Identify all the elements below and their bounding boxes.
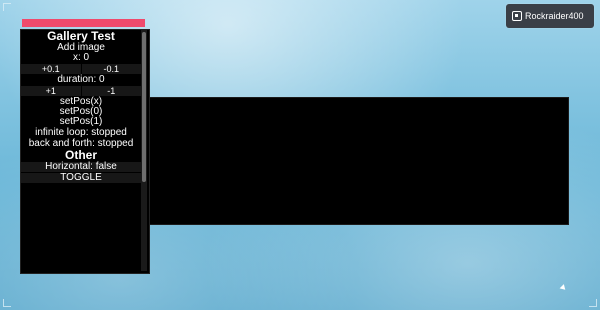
account-username: Rockraider400 bbox=[525, 11, 584, 21]
x-increment-button[interactable]: +0.1 bbox=[21, 64, 81, 74]
x-decrement-button[interactable]: -0.1 bbox=[80, 64, 141, 74]
duration-adjust-row: +1 -1 bbox=[21, 86, 141, 96]
roblox-account-icon bbox=[512, 11, 522, 21]
x-adjust-row: +0.1 -0.1 bbox=[21, 64, 141, 74]
account-badge[interactable]: Rockraider400 bbox=[506, 4, 594, 28]
horizontal-label: Horizontal: false bbox=[21, 162, 141, 172]
panel-accent-bar bbox=[22, 19, 145, 27]
duration-decrement-button[interactable]: -1 bbox=[80, 86, 141, 96]
gallery-display-frame bbox=[148, 97, 569, 225]
window-corner-top-left bbox=[3, 3, 11, 11]
toggle-button[interactable]: TOGGLE bbox=[21, 173, 141, 183]
duration-label: duration: 0 bbox=[57, 74, 105, 85]
x-value-label: x: 0 bbox=[72, 52, 90, 63]
setpos-1-button[interactable]: setPos(1) bbox=[21, 117, 141, 127]
infinite-loop-toggle[interactable]: infinite loop: stopped bbox=[21, 128, 141, 138]
window-corner-bottom-right bbox=[589, 299, 597, 307]
duration-increment-button[interactable]: +1 bbox=[21, 86, 81, 96]
window-corner-bottom-left bbox=[3, 299, 11, 307]
panel-scrollbar[interactable] bbox=[141, 30, 147, 271]
scrollbar-thumb[interactable] bbox=[142, 32, 146, 182]
